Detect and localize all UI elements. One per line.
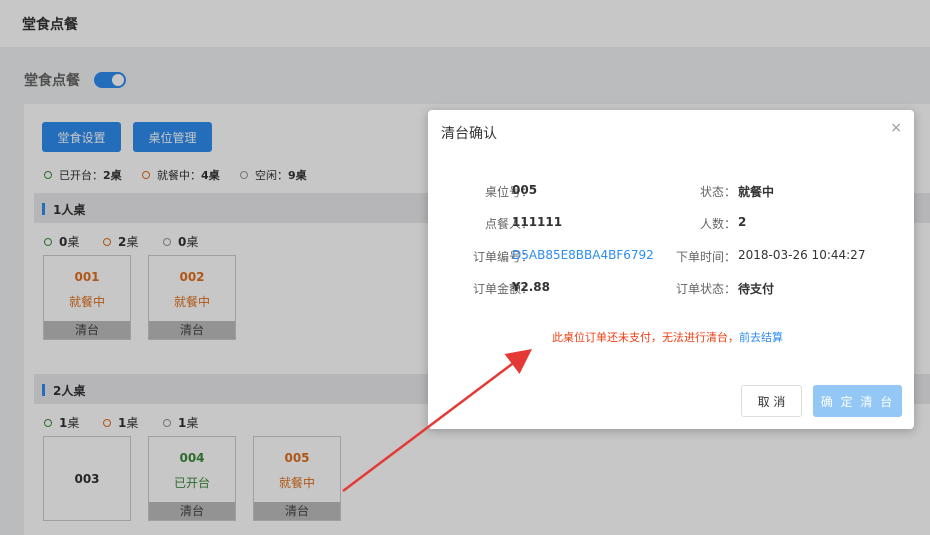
annotation-arrow-icon [342,348,532,492]
